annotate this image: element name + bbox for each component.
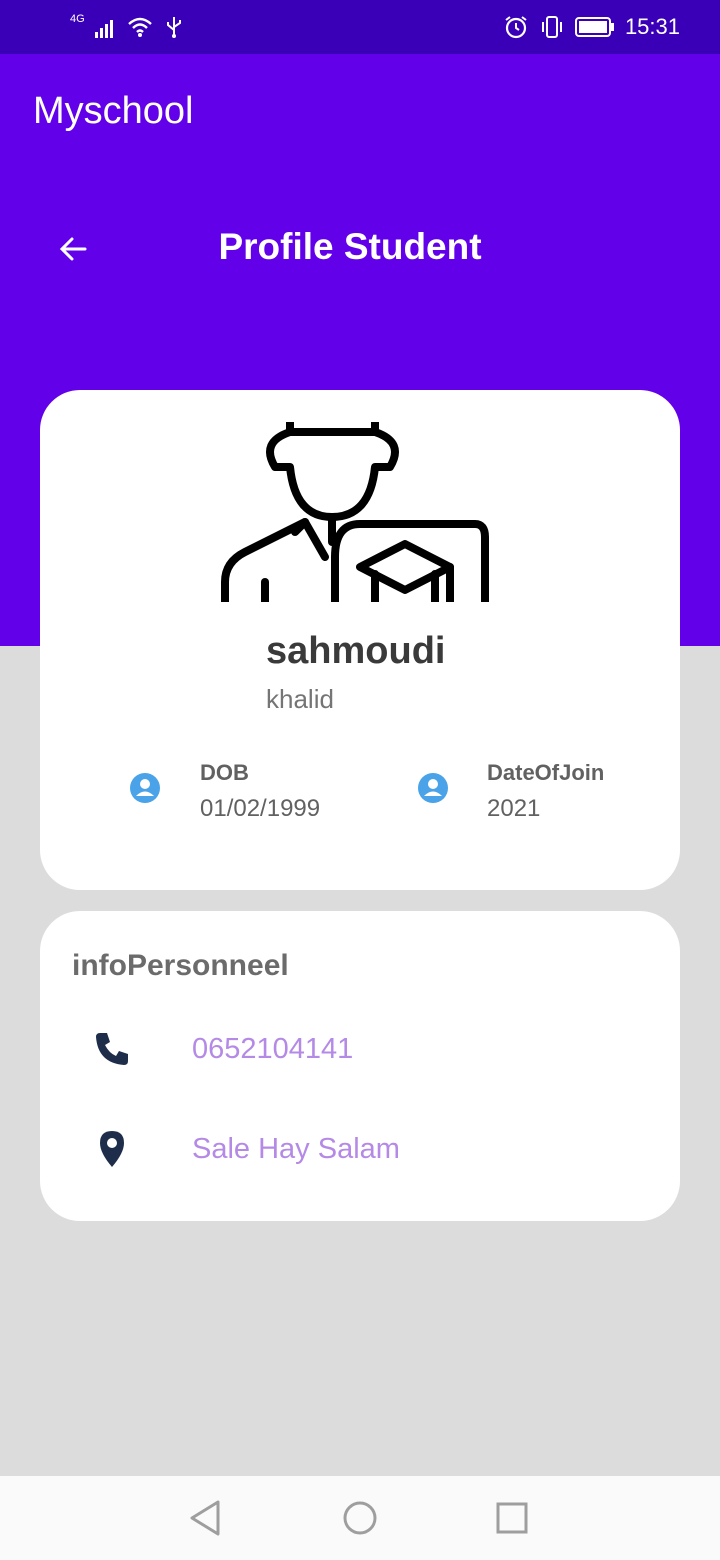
dob-user-badge-icon xyxy=(130,773,160,803)
dob-label: DOB xyxy=(200,760,249,785)
location-pin-icon xyxy=(100,1131,124,1167)
home-circle-icon[interactable] xyxy=(338,1496,382,1540)
recents-square-icon[interactable] xyxy=(490,1496,534,1540)
system-nav-bar xyxy=(0,1476,720,1560)
network-label: 4G xyxy=(70,13,85,25)
status-time: 15:31 xyxy=(624,14,680,39)
profile-card: sahmoudi khalid DOB 01/02/1999 DateOfJoi… xyxy=(40,390,680,890)
status-right: 15:31 xyxy=(503,12,680,42)
app-title: Myschool xyxy=(33,90,194,132)
info-card: infoPersonneel 0652104141 Sale Hay Salam xyxy=(40,911,680,1221)
alarm-icon xyxy=(505,16,527,39)
usb-icon xyxy=(166,17,181,38)
app-bar: Myschool xyxy=(0,54,720,168)
signal-icon xyxy=(94,20,113,38)
date-of-join-label: DateOfJoin xyxy=(487,760,605,785)
phone-number[interactable]: 0652104141 xyxy=(192,1033,353,1066)
page-title: Profile Student xyxy=(218,226,482,267)
status-bar: 4G 15:31 xyxy=(0,0,720,54)
student-graduate-icon xyxy=(220,422,490,602)
back-triangle-icon[interactable] xyxy=(184,1496,228,1540)
wifi-icon xyxy=(127,17,152,37)
join-user-badge-icon xyxy=(418,773,448,803)
phone-icon xyxy=(96,1033,128,1065)
student-last-name: sahmoudi xyxy=(266,630,446,672)
dob-value: 01/02/1999 xyxy=(200,795,321,822)
info-title: infoPersonneel xyxy=(72,949,289,982)
battery-icon xyxy=(574,17,614,37)
date-of-join-value: 2021 xyxy=(487,795,541,822)
address[interactable]: Sale Hay Salam xyxy=(192,1133,400,1166)
status-left: 4G xyxy=(70,12,187,42)
student-first-name: khalid xyxy=(266,684,334,714)
vibrate-icon xyxy=(541,16,562,38)
